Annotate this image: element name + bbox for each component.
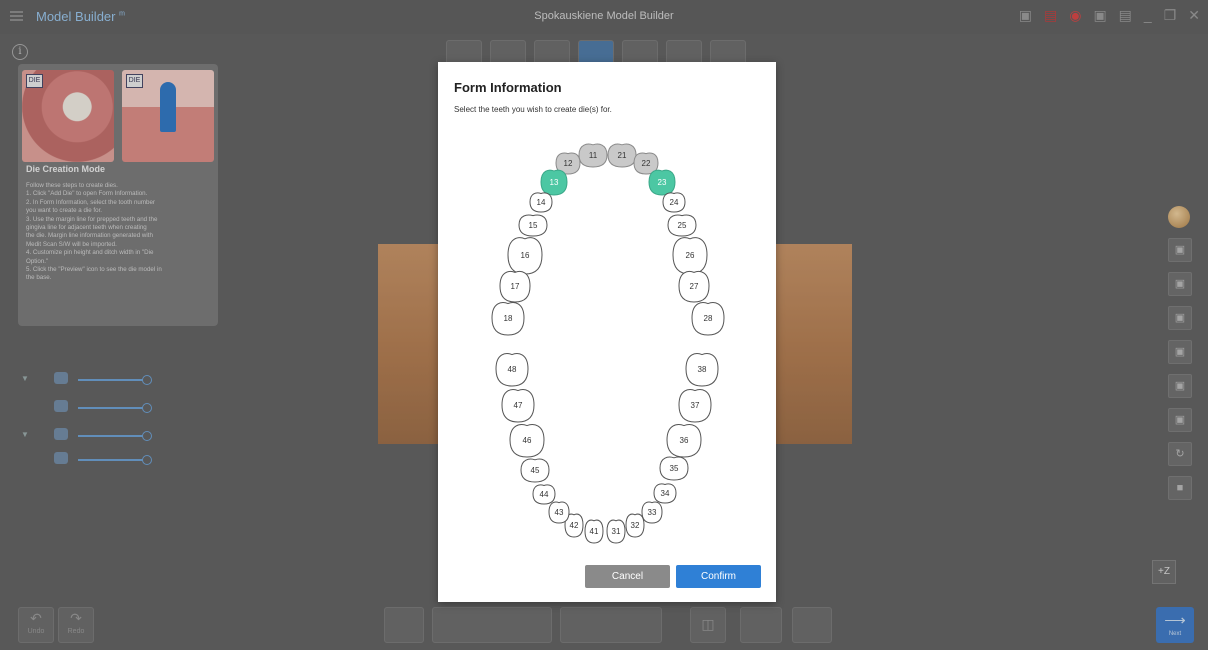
tooth-16[interactable]: 16 bbox=[507, 237, 543, 275]
tooth-13[interactable]: 13 bbox=[540, 169, 568, 196]
tooth-number: 36 bbox=[680, 436, 689, 445]
tooth-number: 32 bbox=[631, 521, 640, 530]
tooth-number: 48 bbox=[508, 365, 517, 374]
tooth-number: 21 bbox=[618, 151, 627, 160]
tooth-number: 18 bbox=[504, 314, 513, 323]
tooth-14[interactable]: 14 bbox=[529, 192, 553, 213]
tooth-number: 35 bbox=[670, 464, 679, 473]
tooth-number: 24 bbox=[670, 198, 679, 207]
cancel-button[interactable]: Cancel bbox=[585, 565, 670, 588]
tooth-number: 27 bbox=[690, 282, 699, 291]
tooth-number: 26 bbox=[686, 251, 695, 260]
tooth-number: 46 bbox=[523, 436, 532, 445]
form-information-dialog: Form Information Select the teeth you wi… bbox=[438, 62, 776, 602]
tooth-27[interactable]: 27 bbox=[678, 270, 710, 303]
tooth-28[interactable]: 28 bbox=[691, 302, 725, 336]
tooth-44[interactable]: 44 bbox=[532, 484, 556, 505]
tooth-number: 42 bbox=[570, 521, 579, 530]
tooth-number: 17 bbox=[511, 282, 520, 291]
tooth-34[interactable]: 34 bbox=[653, 483, 677, 504]
tooth-number: 44 bbox=[540, 490, 549, 499]
tooth-47[interactable]: 47 bbox=[501, 389, 535, 423]
tooth-number: 33 bbox=[648, 508, 657, 517]
tooth-32[interactable]: 32 bbox=[625, 513, 645, 538]
tooth-number: 45 bbox=[531, 466, 540, 475]
confirm-button[interactable]: Confirm bbox=[676, 565, 761, 588]
tooth-48[interactable]: 48 bbox=[495, 353, 529, 387]
tooth-number: 41 bbox=[590, 527, 599, 536]
tooth-number: 37 bbox=[691, 401, 700, 410]
tooth-number: 15 bbox=[529, 221, 538, 230]
tooth-45[interactable]: 45 bbox=[520, 458, 550, 483]
tooth-35[interactable]: 35 bbox=[659, 456, 689, 481]
tooth-number: 13 bbox=[550, 178, 559, 187]
tooth-36[interactable]: 36 bbox=[666, 424, 702, 458]
tooth-31[interactable]: 31 bbox=[606, 519, 626, 544]
tooth-23[interactable]: 23 bbox=[648, 169, 676, 196]
tooth-number: 12 bbox=[564, 159, 573, 168]
tooth-chart: 11 12 13 14 15 16 17 18 21 22 23 24 25 26 27 28 31 32 33 34… bbox=[491, 143, 725, 544]
tooth-43[interactable]: 43 bbox=[548, 501, 570, 524]
tooth-number: 23 bbox=[658, 178, 667, 187]
tooth-number: 16 bbox=[521, 251, 530, 260]
tooth-25[interactable]: 25 bbox=[667, 214, 697, 237]
tooth-38[interactable]: 38 bbox=[685, 353, 719, 387]
tooth-46[interactable]: 46 bbox=[509, 424, 545, 458]
tooth-41[interactable]: 41 bbox=[584, 519, 604, 544]
tooth-number: 25 bbox=[678, 221, 687, 230]
tooth-number: 43 bbox=[555, 508, 564, 517]
tooth-number: 11 bbox=[589, 151, 598, 160]
tooth-17[interactable]: 17 bbox=[499, 270, 531, 303]
tooth-15[interactable]: 15 bbox=[518, 214, 548, 237]
tooth-26[interactable]: 26 bbox=[672, 237, 708, 275]
tooth-number: 14 bbox=[537, 198, 546, 207]
tooth-21: 21 bbox=[607, 143, 637, 168]
tooth-number: 22 bbox=[642, 159, 651, 168]
tooth-11: 11 bbox=[578, 143, 608, 168]
tooth-18[interactable]: 18 bbox=[491, 302, 525, 336]
tooth-number: 38 bbox=[698, 365, 707, 374]
tooth-number: 28 bbox=[704, 314, 713, 323]
tooth-number: 47 bbox=[514, 401, 523, 410]
tooth-33[interactable]: 33 bbox=[641, 501, 663, 524]
tooth-24[interactable]: 24 bbox=[662, 192, 686, 213]
tooth-number: 34 bbox=[661, 489, 670, 498]
tooth-number: 31 bbox=[612, 527, 621, 536]
tooth-37[interactable]: 37 bbox=[678, 389, 712, 423]
